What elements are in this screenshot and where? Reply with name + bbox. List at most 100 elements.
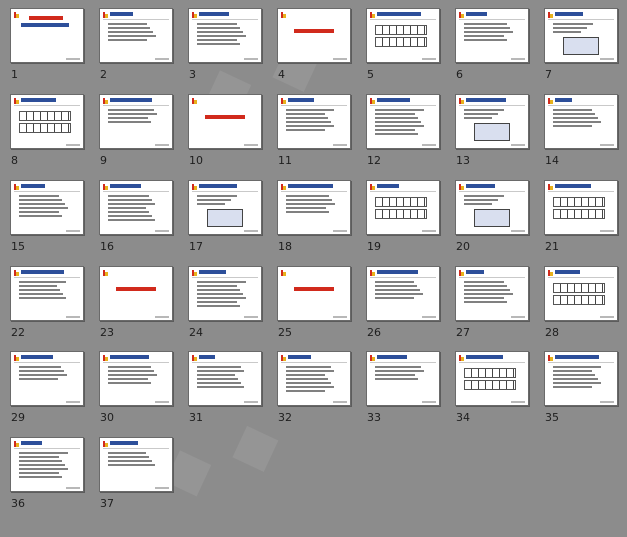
slide-preview[interactable]	[455, 8, 529, 63]
slide-thumbnail-35[interactable]: 35	[544, 351, 624, 423]
slide-thumbnail-19[interactable]: 19	[366, 180, 446, 252]
slide-preview[interactable]	[366, 8, 440, 63]
slide-footer-mark	[244, 58, 258, 60]
slide-text-line	[375, 378, 418, 380]
slide-thumbnail-10[interactable]: 10	[188, 94, 268, 166]
slide-thumbnail-3[interactable]: 3	[188, 8, 268, 80]
slide-preview[interactable]	[10, 180, 84, 235]
slide-title-rule	[14, 362, 80, 363]
slide-preview[interactable]	[10, 266, 84, 321]
slide-preview[interactable]	[10, 8, 84, 63]
slide-preview[interactable]	[188, 351, 262, 406]
slide-preview[interactable]	[277, 351, 351, 406]
slide-preview[interactable]	[544, 180, 618, 235]
slide-thumbnail-31[interactable]: 31	[188, 351, 268, 424]
slide-preview[interactable]	[277, 94, 351, 149]
slide-thumbnail-21[interactable]: 21	[544, 180, 624, 252]
slide-text-line	[464, 117, 492, 119]
slide-preview[interactable]	[10, 94, 84, 149]
slide-title-rule	[192, 19, 258, 20]
slide-corner-mark	[103, 355, 108, 361]
slide-thumbnail-4[interactable]: 4	[277, 8, 357, 80]
slide-preview[interactable]	[188, 180, 262, 235]
slide-thumbnail-25[interactable]: 25	[277, 266, 357, 338]
slide-thumbnail-29[interactable]: 29	[10, 351, 90, 423]
slide-thumbnail-33[interactable]: 33	[366, 351, 446, 423]
slide-title-mark	[555, 184, 591, 188]
slide-preview[interactable]	[366, 266, 440, 321]
slide-thumbnail-17[interactable]: 17	[188, 180, 268, 252]
slide-preview[interactable]	[99, 94, 173, 149]
slide-image-mark	[474, 209, 510, 227]
slide-footer-mark	[66, 144, 80, 146]
slide-preview[interactable]	[99, 266, 173, 321]
slide-title-mark	[377, 270, 418, 274]
slide-thumbnail-30[interactable]: 30	[99, 351, 179, 423]
slide-preview[interactable]	[277, 8, 351, 63]
slide-text-line	[375, 133, 418, 135]
slide-thumbnail-12[interactable]: 12	[366, 94, 446, 166]
slide-text-line	[108, 117, 148, 119]
slide-thumbnail-34[interactable]: 34	[455, 351, 535, 423]
slide-preview[interactable]	[99, 8, 173, 63]
slide-thumbnail-36[interactable]: 36	[10, 437, 90, 509]
slide-thumbnail-13[interactable]: 13	[455, 94, 535, 166]
slide-table-mark	[19, 111, 71, 121]
slide-footer-mark	[155, 58, 169, 60]
slide-preview[interactable]	[277, 180, 351, 235]
slide-preview[interactable]	[99, 180, 173, 235]
slide-thumbnail-15[interactable]: 15	[10, 180, 90, 252]
slide-thumbnail-28[interactable]: 28	[544, 266, 624, 338]
slide-thumbnail-23[interactable]: 23	[99, 266, 179, 338]
slide-thumbnail-18[interactable]: 18	[277, 180, 357, 252]
slide-thumbnail-2[interactable]: 2	[99, 8, 179, 80]
slide-thumbnail-8[interactable]: 8	[10, 94, 90, 166]
slide-preview[interactable]	[10, 351, 84, 406]
slide-number: 31	[189, 411, 203, 424]
slide-text-line	[108, 374, 157, 376]
slide-preview[interactable]	[188, 8, 262, 63]
slide-thumbnail-22[interactable]: 22	[10, 266, 90, 338]
slide-preview[interactable]	[99, 437, 173, 492]
slide-text-line	[375, 370, 424, 372]
slide-thumbnail-24[interactable]: 24	[188, 266, 268, 338]
slide-thumbnail-16[interactable]: 16	[99, 180, 179, 252]
slide-preview[interactable]	[366, 180, 440, 235]
slide-title-mark	[21, 441, 42, 445]
slide-footer-mark	[511, 401, 525, 403]
slide-preview[interactable]	[544, 351, 618, 406]
slide-preview[interactable]	[366, 94, 440, 149]
slide-thumbnail-26[interactable]: 26	[366, 266, 446, 338]
slide-preview[interactable]	[455, 180, 529, 235]
slide-preview[interactable]	[188, 94, 262, 149]
slide-thumbnail-20[interactable]: 20	[455, 180, 535, 252]
slide-thumbnail-6[interactable]: 6	[455, 8, 535, 80]
slide-thumbnail-11[interactable]: 11	[277, 94, 357, 166]
slide-text-line	[197, 43, 240, 45]
slide-thumbnail-7[interactable]: 7	[544, 8, 624, 80]
slide-thumbnail-27[interactable]: 27	[455, 266, 535, 338]
slide-thumbnail-5[interactable]: 5	[366, 8, 446, 80]
slide-preview[interactable]	[455, 351, 529, 406]
slide-preview[interactable]	[544, 94, 618, 149]
slide-number: 14	[545, 154, 559, 167]
slide-thumbnail-37[interactable]: 37	[99, 437, 179, 509]
slide-thumbnail-14[interactable]: 14	[544, 94, 624, 167]
slide-preview[interactable]	[99, 351, 173, 406]
slide-footer-mark	[511, 144, 525, 146]
slide-preview[interactable]	[544, 266, 618, 321]
slide-text-line	[464, 297, 504, 299]
slide-preview[interactable]	[455, 266, 529, 321]
slide-thumbnail-1[interactable]: 1	[10, 8, 90, 80]
slide-preview[interactable]	[544, 8, 618, 63]
slide-preview[interactable]	[277, 266, 351, 321]
slide-preview[interactable]	[366, 351, 440, 406]
slide-corner-mark	[548, 12, 553, 18]
slide-table-mark	[375, 37, 427, 47]
slide-preview[interactable]	[10, 437, 84, 492]
slide-preview[interactable]	[188, 266, 262, 321]
slide-preview[interactable]	[455, 94, 529, 149]
slide-thumbnail-32[interactable]: 32	[277, 351, 357, 423]
slide-text-line	[553, 27, 587, 29]
slide-thumbnail-9[interactable]: 9	[99, 94, 179, 166]
